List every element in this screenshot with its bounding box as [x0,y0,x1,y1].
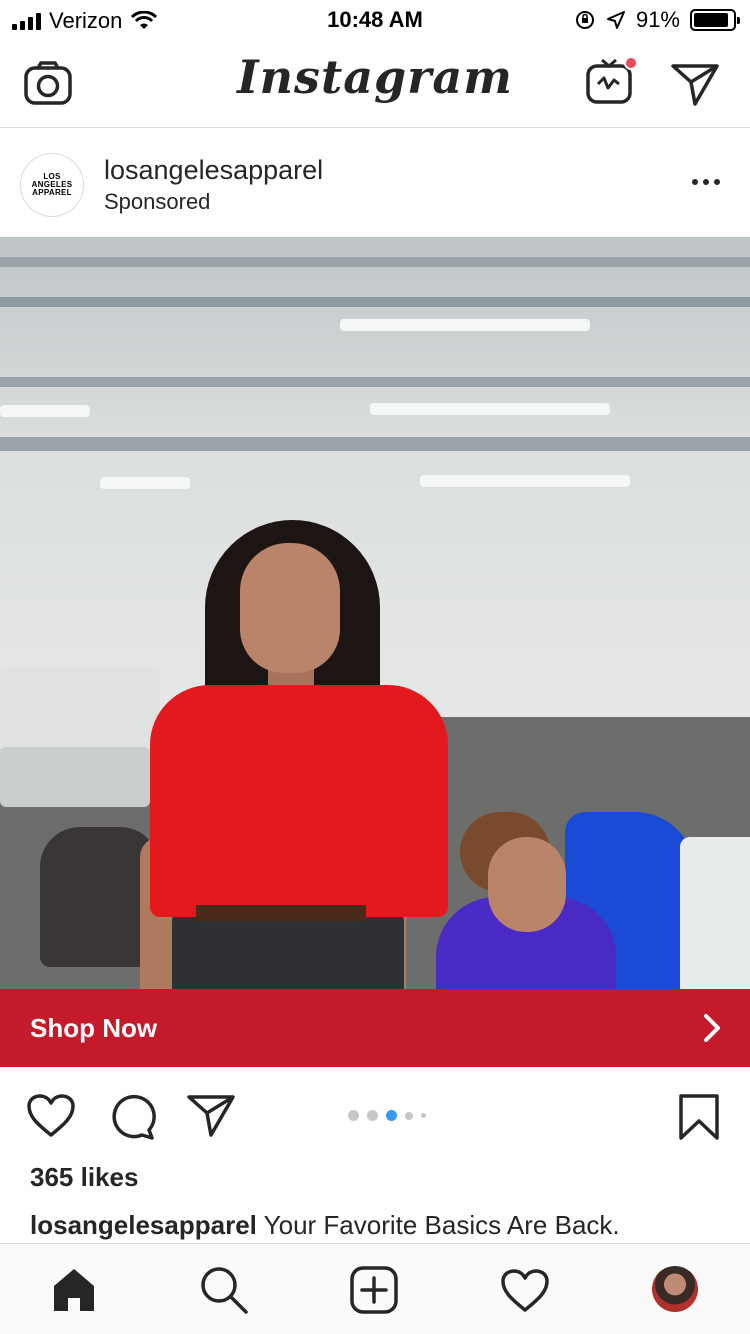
chevron-right-icon [704,1014,720,1042]
shop-now-button[interactable]: Shop Now [0,989,750,1067]
carousel-dot [405,1111,413,1120]
post-actions [0,1067,750,1167]
comment-icon[interactable] [108,1093,156,1141]
bookmark-icon[interactable] [678,1093,720,1141]
share-icon[interactable] [186,1093,236,1137]
likes-count[interactable]: 365 likes [30,1162,138,1193]
profile-avatar[interactable] [652,1266,698,1312]
post-image[interactable] [0,237,750,989]
home-icon[interactable] [50,1266,98,1314]
igtv-icon[interactable] [586,56,638,109]
notification-dot [624,56,638,70]
carousel-dot [348,1110,359,1121]
more-options-icon[interactable] [692,179,720,185]
app-header: Instagram [0,40,750,128]
carousel-dot [421,1113,426,1118]
post-username[interactable]: losangelesapparel [104,155,323,186]
status-right: 91% [574,7,740,33]
search-icon[interactable] [198,1264,250,1316]
carousel-indicator [348,1110,426,1121]
post-header: LOS ANGELES APPAREL losangelesapparel Sp… [0,129,750,237]
caption-text: Your Favorite Basics Are Back. [263,1210,620,1240]
activity-icon[interactable] [500,1268,550,1314]
post-avatar[interactable]: LOS ANGELES APPAREL [20,153,84,217]
rotation-lock-icon [575,11,594,29]
carousel-dot [367,1110,378,1121]
location-icon [606,11,625,29]
direct-message-icon[interactable] [670,62,720,106]
shop-now-label: Shop Now [30,1012,158,1043]
battery-icon [690,9,740,31]
carousel-dot-active [386,1110,397,1121]
avatar-logo-line: APPAREL [32,188,72,197]
like-heart-icon[interactable] [26,1093,76,1139]
status-bar: Verizon 10:48 AM 91% [0,0,750,40]
caption-username[interactable]: losangelesapparel [30,1210,257,1240]
bottom-tab-bar [0,1243,750,1334]
battery-percent: 91% [635,7,680,32]
post-caption: losangelesapparel Your Favorite Basics A… [30,1210,620,1241]
new-post-icon[interactable] [350,1266,398,1314]
instagram-logo: Instagram [237,50,513,104]
sponsored-label: Sponsored [104,189,211,214]
